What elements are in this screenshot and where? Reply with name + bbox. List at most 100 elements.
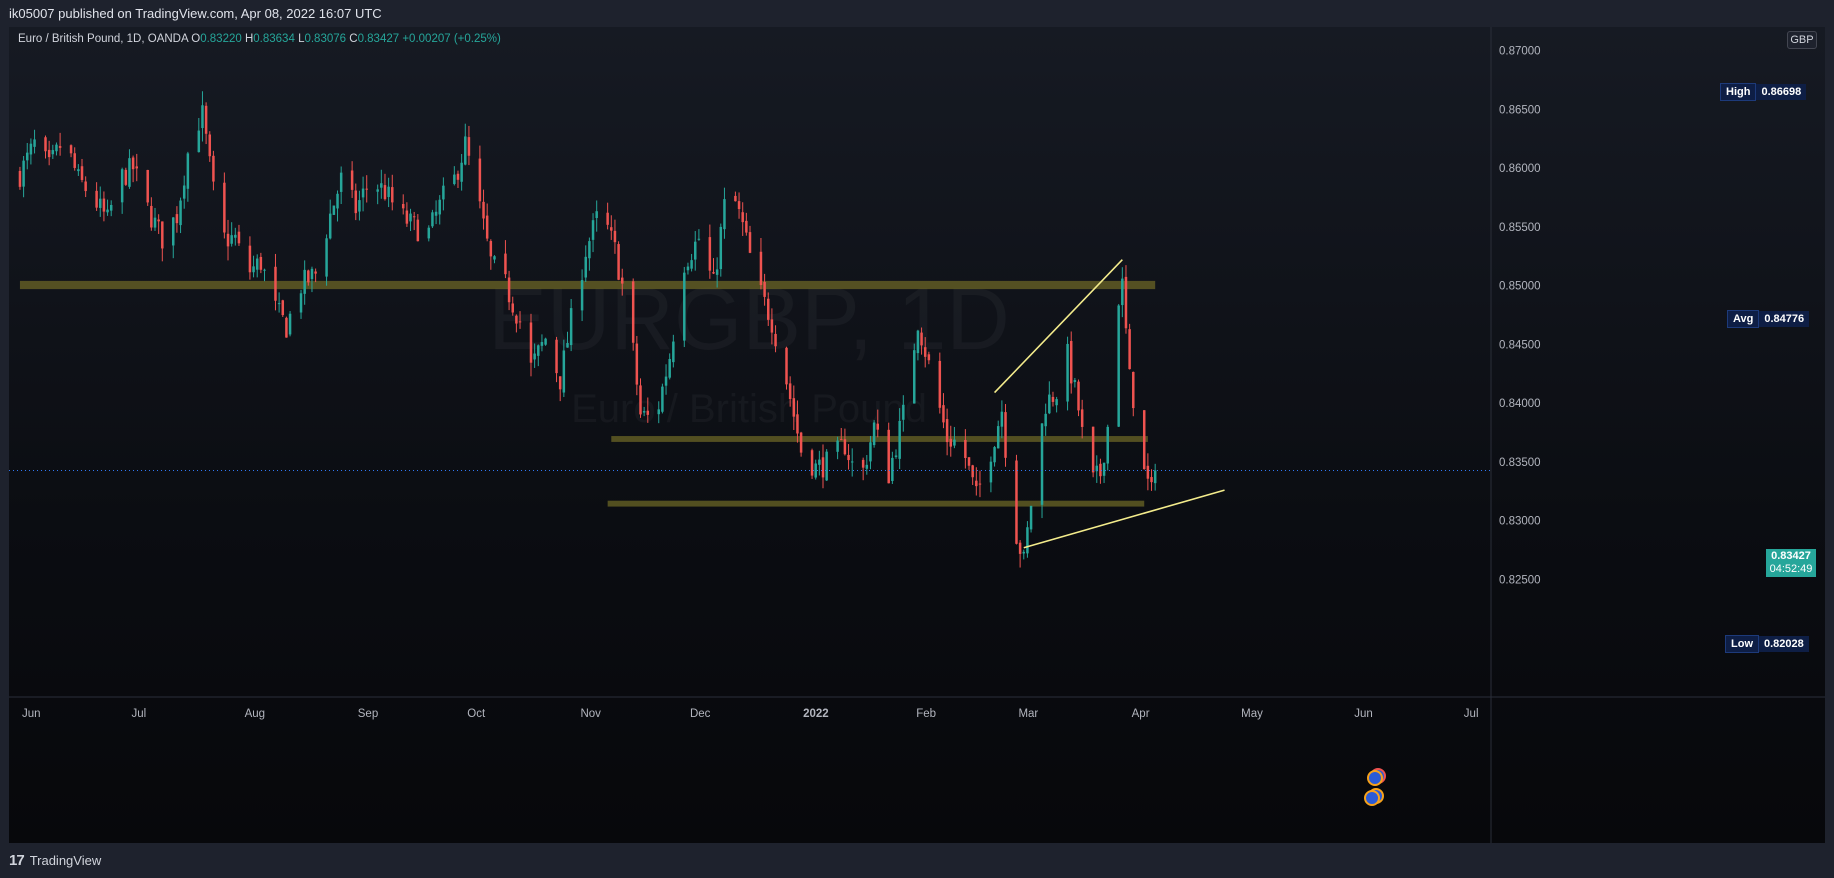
candle-body — [255, 258, 259, 270]
candle-body — [533, 353, 536, 360]
candle-body — [44, 137, 47, 152]
candle-body — [639, 385, 642, 415]
candle-body — [818, 459, 821, 465]
candle-body — [504, 253, 507, 275]
candle-body — [529, 322, 533, 363]
candle-body — [613, 230, 617, 243]
candle-body — [456, 173, 460, 180]
brand-name: TradingView — [29, 853, 102, 868]
candle-body — [263, 269, 266, 271]
event-icon[interactable] — [1364, 790, 1380, 806]
low-value: 0.83076 — [304, 33, 347, 45]
candle-body — [325, 238, 328, 277]
candle-body — [328, 213, 332, 239]
candle-body — [923, 347, 927, 357]
trendline — [993, 259, 1123, 394]
candle-body — [150, 205, 153, 228]
low-badge-label: Low — [1725, 635, 1759, 653]
candle-body — [109, 204, 113, 211]
candle-body — [595, 211, 598, 218]
high-badge-value: 0.86698 — [1756, 84, 1807, 100]
time-tick-label: 2022 — [803, 708, 829, 720]
candle-body — [95, 190, 98, 208]
price-tick-label: 0.86500 — [1499, 104, 1541, 116]
candle-body — [902, 404, 905, 420]
candle-body — [182, 185, 186, 199]
event-icon[interactable] — [1367, 770, 1383, 786]
candle-body — [1048, 394, 1051, 414]
candle-body — [106, 209, 109, 213]
candle-body — [58, 146, 62, 148]
candle-body — [1018, 542, 1022, 554]
candle-body — [672, 341, 675, 363]
candle-body — [913, 350, 916, 404]
candle-body — [51, 150, 55, 155]
candle-body — [664, 376, 668, 386]
candle-body — [734, 195, 737, 202]
candle-body — [737, 201, 741, 209]
candle-body — [175, 214, 179, 224]
candle-body — [1117, 305, 1120, 427]
chart-panel[interactable]: EURGBP, 1D Euro / British Pound 0.87000 0.8… — [9, 27, 1825, 843]
support-resistance-zone — [607, 500, 1145, 507]
price-tick-label: 0.85500 — [1499, 222, 1541, 234]
candle-body — [690, 260, 693, 269]
candle-body — [26, 152, 29, 161]
tradingview-logo-icon: 17 — [9, 852, 25, 869]
candle-body — [412, 216, 416, 218]
candle-body — [482, 201, 485, 219]
candle-body — [814, 463, 817, 478]
candle-body — [120, 169, 124, 203]
candle-body — [361, 188, 365, 198]
avg-badge-label: Avg — [1727, 310, 1760, 328]
price-tick-label: 0.84500 — [1499, 339, 1541, 351]
candle-body — [686, 266, 690, 271]
candle-body — [657, 409, 660, 415]
candle-body — [1153, 470, 1157, 484]
candle-body — [464, 136, 467, 165]
candle-body — [891, 457, 894, 482]
candle-body — [252, 266, 255, 273]
footer-bar: 17 TradingView — [0, 843, 1834, 878]
candle-body — [1132, 371, 1135, 409]
candle-body — [135, 166, 139, 169]
high-badge-label: High — [1720, 83, 1757, 101]
candle-body — [971, 465, 974, 478]
candle-body — [55, 144, 58, 152]
candlestick-chart[interactable]: EURGBP, 1DEuro / British Pound0.870000.8… — [9, 27, 1825, 843]
economic-events[interactable] — [1364, 768, 1394, 816]
time-tick-label: Dec — [690, 708, 711, 720]
candle-body — [131, 157, 135, 170]
open-value: 0.83220 — [200, 33, 242, 45]
candle-body — [99, 198, 102, 208]
support-resistance-zone — [19, 280, 1156, 290]
candle-body — [179, 200, 182, 226]
close-value: 0.83427 — [357, 33, 400, 45]
candle-body — [438, 199, 441, 215]
current-price-value: 0.83427 — [1771, 550, 1811, 562]
candle-body — [978, 483, 982, 485]
low-badge: Low 0.82028 — [1725, 635, 1809, 653]
candle-body — [792, 398, 796, 417]
tradingview-logo[interactable]: 17 TradingView — [9, 843, 101, 878]
candle-body — [47, 149, 51, 158]
candle-body — [77, 169, 80, 172]
candle-body — [850, 461, 854, 463]
currency-button[interactable]: GBP — [1787, 31, 1817, 49]
high-badge: High 0.86698 — [1720, 83, 1807, 101]
support-resistance-zone — [611, 436, 1148, 442]
time-tick-label: Jun — [1354, 708, 1373, 720]
candle-body — [825, 451, 828, 481]
candle-body — [847, 454, 850, 461]
candle-body — [748, 232, 752, 253]
candle-body — [1069, 341, 1073, 384]
candle-body — [741, 212, 744, 223]
candle-body — [1026, 527, 1029, 554]
candle-body — [186, 153, 190, 189]
candle-body — [146, 169, 149, 203]
candle-body — [770, 319, 774, 333]
candle-body — [518, 321, 522, 323]
candle-body — [631, 281, 635, 343]
close-label: C — [349, 33, 358, 45]
candle-body — [336, 193, 339, 209]
